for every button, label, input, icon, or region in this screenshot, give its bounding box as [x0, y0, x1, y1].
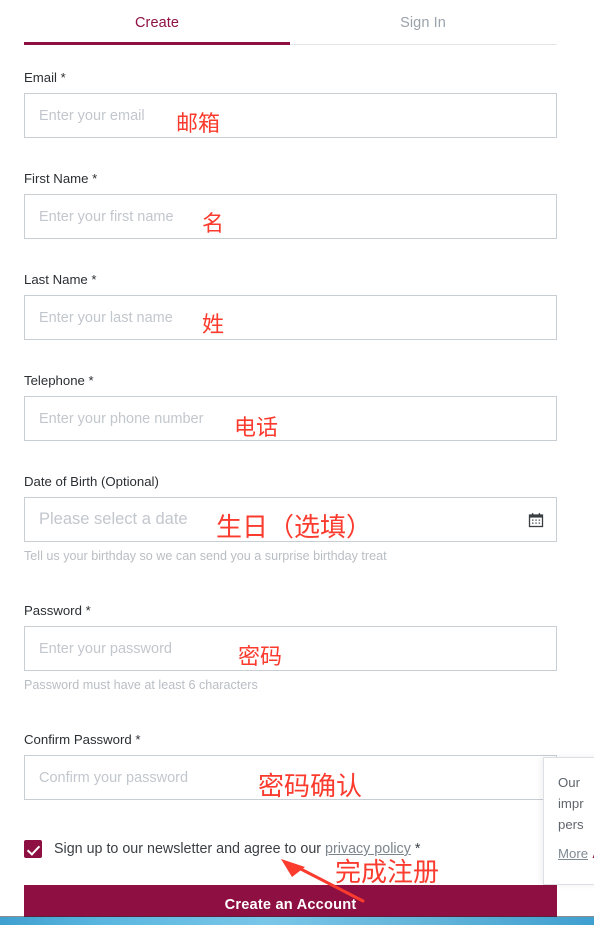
cookie-text-line-1: Our — [558, 775, 580, 790]
newsletter-consent-row: Sign up to our newsletter and agree to o… — [24, 838, 544, 860]
password-input-placeholder: Enter your password — [39, 640, 172, 657]
create-account-button-label: Create an Account — [224, 897, 357, 913]
field-telephone: Telephone * Enter your phone number — [24, 373, 557, 441]
field-password-label: Password * — [24, 603, 91, 618]
field-last-name: Last Name * Enter your last name — [24, 272, 557, 340]
field-last-name-label: Last Name * — [24, 272, 97, 287]
confirm-password-input-placeholder: Confirm your password — [39, 769, 189, 786]
tab-signin-label: Sign In — [400, 15, 446, 31]
auth-tabs: Create Sign In — [24, 0, 557, 46]
field-telephone-label: Telephone * — [24, 373, 94, 388]
field-confirm-password: Confirm Password * Confirm your password — [24, 732, 557, 800]
tab-signin[interactable]: Sign In — [290, 0, 556, 46]
cookie-more-link[interactable]: More — [558, 843, 588, 864]
tab-create[interactable]: Create — [24, 0, 290, 46]
field-first-name-label: First Name * — [24, 171, 98, 186]
signup-page: Create Sign In Email * Enter your email … — [0, 0, 594, 925]
newsletter-consent-label: Sign up to our newsletter and agree to o… — [54, 841, 420, 857]
bottom-strip — [0, 917, 594, 925]
password-input[interactable]: Enter your password — [24, 626, 557, 671]
field-confirm-password-label: Confirm Password * — [24, 732, 141, 747]
cookie-consent-popup: Our impr pers More Acce — [543, 757, 594, 885]
tab-create-label: Create — [134, 15, 180, 31]
dob-input-placeholder: Please select a date — [39, 510, 188, 528]
password-hint: Password must have at least 6 characters — [24, 678, 258, 692]
telephone-input[interactable]: Enter your phone number — [24, 396, 557, 441]
first-name-input-placeholder: Enter your first name — [39, 208, 174, 225]
email-input[interactable]: Enter your email — [24, 93, 557, 138]
newsletter-checkbox[interactable] — [24, 840, 42, 858]
field-date-of-birth: Date of Birth (Optional) Please select a… — [24, 474, 557, 564]
cookie-text-line-2: impr — [558, 796, 584, 811]
email-input-placeholder: Enter your email — [39, 107, 145, 124]
last-name-input-placeholder: Enter your last name — [39, 309, 173, 326]
cookie-text-line-3: pers — [558, 817, 584, 832]
privacy-policy-link[interactable]: privacy policy — [325, 841, 411, 857]
field-password: Password * Enter your password Password … — [24, 603, 557, 693]
confirm-password-input[interactable]: Confirm your password — [24, 755, 557, 800]
telephone-input-placeholder: Enter your phone number — [39, 410, 204, 427]
field-email: Email * Enter your email — [24, 70, 557, 138]
annotation-submit: 完成注册 — [335, 858, 440, 888]
tab-active-indicator — [24, 42, 290, 45]
consent-text: Sign up to our newsletter and agree to o… — [54, 841, 322, 857]
consent-required-mark: * — [414, 841, 421, 857]
field-dob-label: Date of Birth (Optional) — [24, 474, 159, 489]
field-first-name: First Name * Enter your first name — [24, 171, 557, 239]
first-name-input[interactable]: Enter your first name — [24, 194, 557, 239]
field-email-label: Email * — [24, 70, 66, 85]
dob-hint: Tell us your birthday so we can send you… — [24, 549, 387, 563]
calendar-icon[interactable] — [528, 512, 544, 528]
dob-input[interactable]: Please select a date — [24, 497, 557, 542]
last-name-input[interactable]: Enter your last name — [24, 295, 557, 340]
